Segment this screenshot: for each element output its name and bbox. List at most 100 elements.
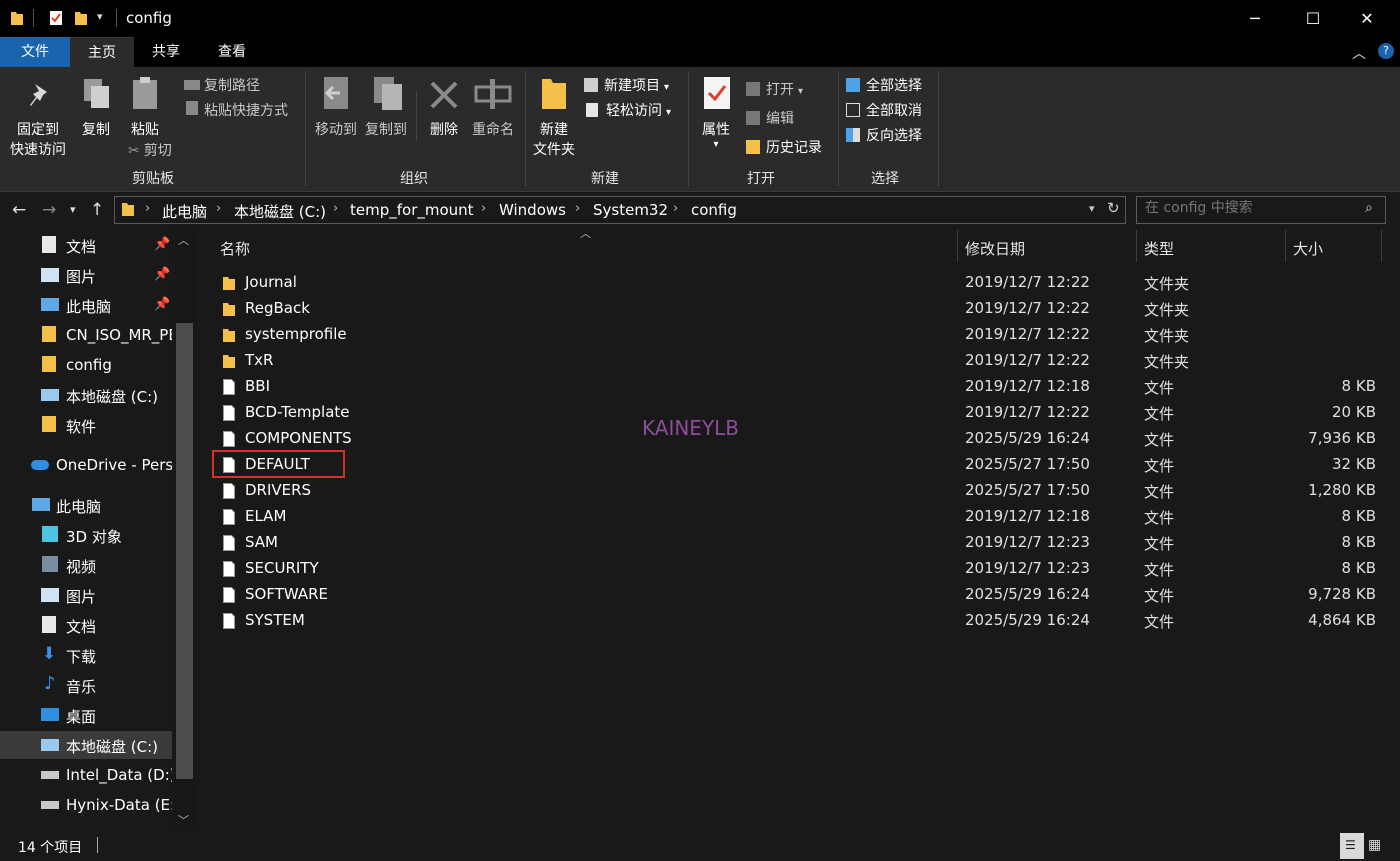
nav-item-this-pc[interactable]: 此电脑 📌 — [0, 291, 172, 319]
recent-locations-icon[interactable]: ▾ — [70, 203, 76, 216]
column-header-type[interactable]: 类型 — [1144, 238, 1174, 259]
breadcrumb-system32[interactable]: System32 — [593, 201, 668, 219]
scroll-up-icon[interactable]: ︿ — [178, 232, 189, 248]
column-divider[interactable] — [957, 230, 958, 262]
breadcrumb-config[interactable]: config — [691, 201, 737, 219]
file-row[interactable]: RegBack 2019/12/7 12:22 文件夹 — [212, 296, 1392, 322]
breadcrumb-this-pc[interactable]: 此电脑 — [162, 201, 207, 222]
new-item-button[interactable]: 新建项目 ▾ — [584, 75, 669, 95]
file-row[interactable]: SECURITY 2019/12/7 12:23 文件 8 KB — [212, 556, 1392, 582]
column-header-date[interactable]: 修改日期 — [965, 238, 1025, 259]
address-dropdown-icon[interactable]: ▾ — [1089, 202, 1095, 215]
nav-item-downloads[interactable]: ⬇ 下载 — [0, 641, 172, 669]
column-header-name[interactable]: 名称 — [220, 238, 250, 259]
nav-item-config[interactable]: config — [0, 351, 172, 379]
nav-item-hynix-data[interactable]: Hynix-Data (E:) — [0, 791, 172, 819]
select-all-button[interactable]: 全部选择 — [846, 75, 922, 95]
file-row[interactable]: ELAM 2019/12/7 12:18 文件 8 KB — [212, 504, 1392, 530]
column-divider[interactable] — [1136, 230, 1137, 262]
nav-item-onedrive[interactable]: OneDrive - Personal — [0, 451, 172, 479]
nav-item-pictures-pc[interactable]: 图片 — [0, 581, 172, 609]
chevron-right-icon[interactable]: › — [575, 201, 580, 216]
open-button[interactable]: 打开 ▾ — [746, 79, 803, 99]
nav-item-cn-iso[interactable]: CN_ISO_MR_PE — [0, 321, 172, 349]
tab-home[interactable]: 主页 — [70, 37, 134, 68]
tab-file[interactable]: 文件 — [0, 37, 70, 67]
collapse-ribbon-icon[interactable]: ︿ — [1352, 43, 1366, 63]
nav-item-music[interactable]: ♪ 音乐 — [0, 671, 172, 699]
nav-item-desktop[interactable]: 桌面 — [0, 701, 172, 729]
file-row[interactable]: DEFAULT 2025/5/27 17:50 文件 32 KB — [212, 452, 1392, 478]
file-row[interactable]: SAM 2019/12/7 12:23 文件 8 KB — [212, 530, 1392, 556]
scroll-down-icon[interactable]: ﹀ — [178, 812, 189, 828]
delete-button[interactable]: 删除 — [424, 119, 464, 139]
pin-quick-access-button[interactable]: 固定到 快速访问 — [8, 119, 68, 159]
chevron-right-icon[interactable]: › — [673, 201, 678, 216]
column-divider[interactable] — [1381, 230, 1382, 262]
select-none-button[interactable]: 全部取消 — [846, 100, 922, 120]
invert-selection-button[interactable]: 反向选择 — [846, 125, 922, 145]
column-header-size[interactable]: 大小 — [1293, 238, 1323, 259]
file-row[interactable]: BCD-Template 2019/12/7 12:22 文件 20 KB — [212, 400, 1392, 426]
paste-button[interactable]: 粘贴 — [126, 119, 164, 139]
breadcrumb-temp-for-mount[interactable]: temp_for_mount — [350, 201, 474, 219]
close-button[interactable]: ✕ — [1344, 0, 1390, 37]
nav-item-documents[interactable]: 文档 📌 — [0, 231, 172, 259]
details-view-button[interactable]: ☰ — [1340, 833, 1364, 859]
chevron-right-icon[interactable]: › — [333, 201, 338, 216]
nav-item-this-pc-root[interactable]: 此电脑 — [0, 491, 172, 519]
nav-item-videos[interactable]: 视频 — [0, 551, 172, 579]
nav-item-local-disk-c[interactable]: 本地磁盘 (C:) — [0, 731, 172, 759]
rename-button[interactable]: 重命名 — [468, 119, 518, 139]
customize-toolbar-icon[interactable]: ▾ — [97, 10, 103, 23]
copy-button[interactable]: 复制 — [76, 119, 116, 139]
search-box[interactable]: ⌕ — [1136, 196, 1386, 224]
search-icon[interactable]: ⌕ — [1365, 200, 1373, 216]
new-folder-button[interactable]: 新建 文件夹 — [528, 119, 580, 159]
edit-button[interactable]: 编辑 — [746, 108, 794, 128]
search-input[interactable] — [1145, 200, 1345, 216]
file-row[interactable]: TxR 2019/12/7 12:22 文件夹 — [212, 348, 1392, 374]
cut-button[interactable]: ✂ 剪切 — [128, 140, 172, 160]
nav-pane-scroll-thumb[interactable] — [176, 323, 193, 779]
breadcrumb-local-disk[interactable]: 本地磁盘 (C:) — [234, 201, 326, 222]
file-row[interactable]: Journal 2019/12/7 12:22 文件夹 — [212, 270, 1392, 296]
move-to-button[interactable]: 移动到 — [310, 119, 362, 139]
chevron-right-icon[interactable]: › — [481, 201, 486, 216]
chevron-right-icon[interactable]: › — [145, 201, 150, 216]
properties-button[interactable]: 属性 ▾ — [696, 119, 736, 150]
tab-view[interactable]: 查看 — [198, 37, 266, 67]
copy-path-button[interactable]: 复制路径 — [184, 75, 260, 95]
paste-shortcut-button[interactable]: 粘贴快捷方式 — [184, 100, 288, 120]
nav-item-3d-objects[interactable]: 3D 对象 — [0, 521, 172, 549]
forward-button[interactable]: → — [42, 200, 56, 220]
new-folder-icon[interactable] — [74, 10, 88, 26]
address-bar[interactable]: › 此电脑 › 本地磁盘 (C:) › temp_for_mount › Win… — [114, 196, 1126, 224]
nav-item-intel-data[interactable]: Intel_Data (D:) — [0, 761, 172, 789]
help-icon[interactable]: ? — [1378, 43, 1394, 59]
easy-access-button[interactable]: 轻松访问 ▾ — [584, 100, 671, 120]
nav-item-local-disk[interactable]: 本地磁盘 (C:) — [0, 381, 172, 409]
file-row[interactable]: BBI 2019/12/7 12:18 文件 8 KB — [212, 374, 1392, 400]
tab-share[interactable]: 共享 — [134, 37, 198, 67]
chevron-right-icon[interactable]: › — [216, 201, 221, 216]
column-divider[interactable] — [1285, 230, 1286, 262]
refresh-icon[interactable]: ↻ — [1107, 199, 1120, 217]
nav-item-software[interactable]: 软件 — [0, 411, 172, 439]
maximize-button[interactable]: ☐ — [1290, 0, 1336, 37]
back-button[interactable]: ← — [12, 200, 26, 220]
history-button[interactable]: 历史记录 — [746, 137, 822, 157]
file-row[interactable]: SOFTWARE 2025/5/29 16:24 文件 9,728 KB — [212, 582, 1392, 608]
file-row[interactable]: systemprofile 2019/12/7 12:22 文件夹 — [212, 322, 1392, 348]
file-row[interactable]: SYSTEM 2025/5/29 16:24 文件 4,864 KB — [212, 608, 1392, 634]
file-row[interactable]: DRIVERS 2025/5/27 17:50 文件 1,280 KB — [212, 478, 1392, 504]
copy-to-button[interactable]: 复制到 — [360, 119, 412, 139]
minimize-button[interactable]: ─ — [1232, 0, 1278, 37]
file-row[interactable]: COMPONENTS 2025/5/29 16:24 文件 7,936 KB — [212, 426, 1392, 452]
nav-item-pictures[interactable]: 图片 📌 — [0, 261, 172, 289]
breadcrumb-windows[interactable]: Windows — [499, 201, 566, 219]
properties-icon[interactable] — [49, 10, 63, 26]
large-icons-view-icon[interactable]: ▦ — [1368, 837, 1381, 853]
nav-item-documents-pc[interactable]: 文档 — [0, 611, 172, 639]
up-button[interactable]: ↑ — [90, 200, 104, 220]
